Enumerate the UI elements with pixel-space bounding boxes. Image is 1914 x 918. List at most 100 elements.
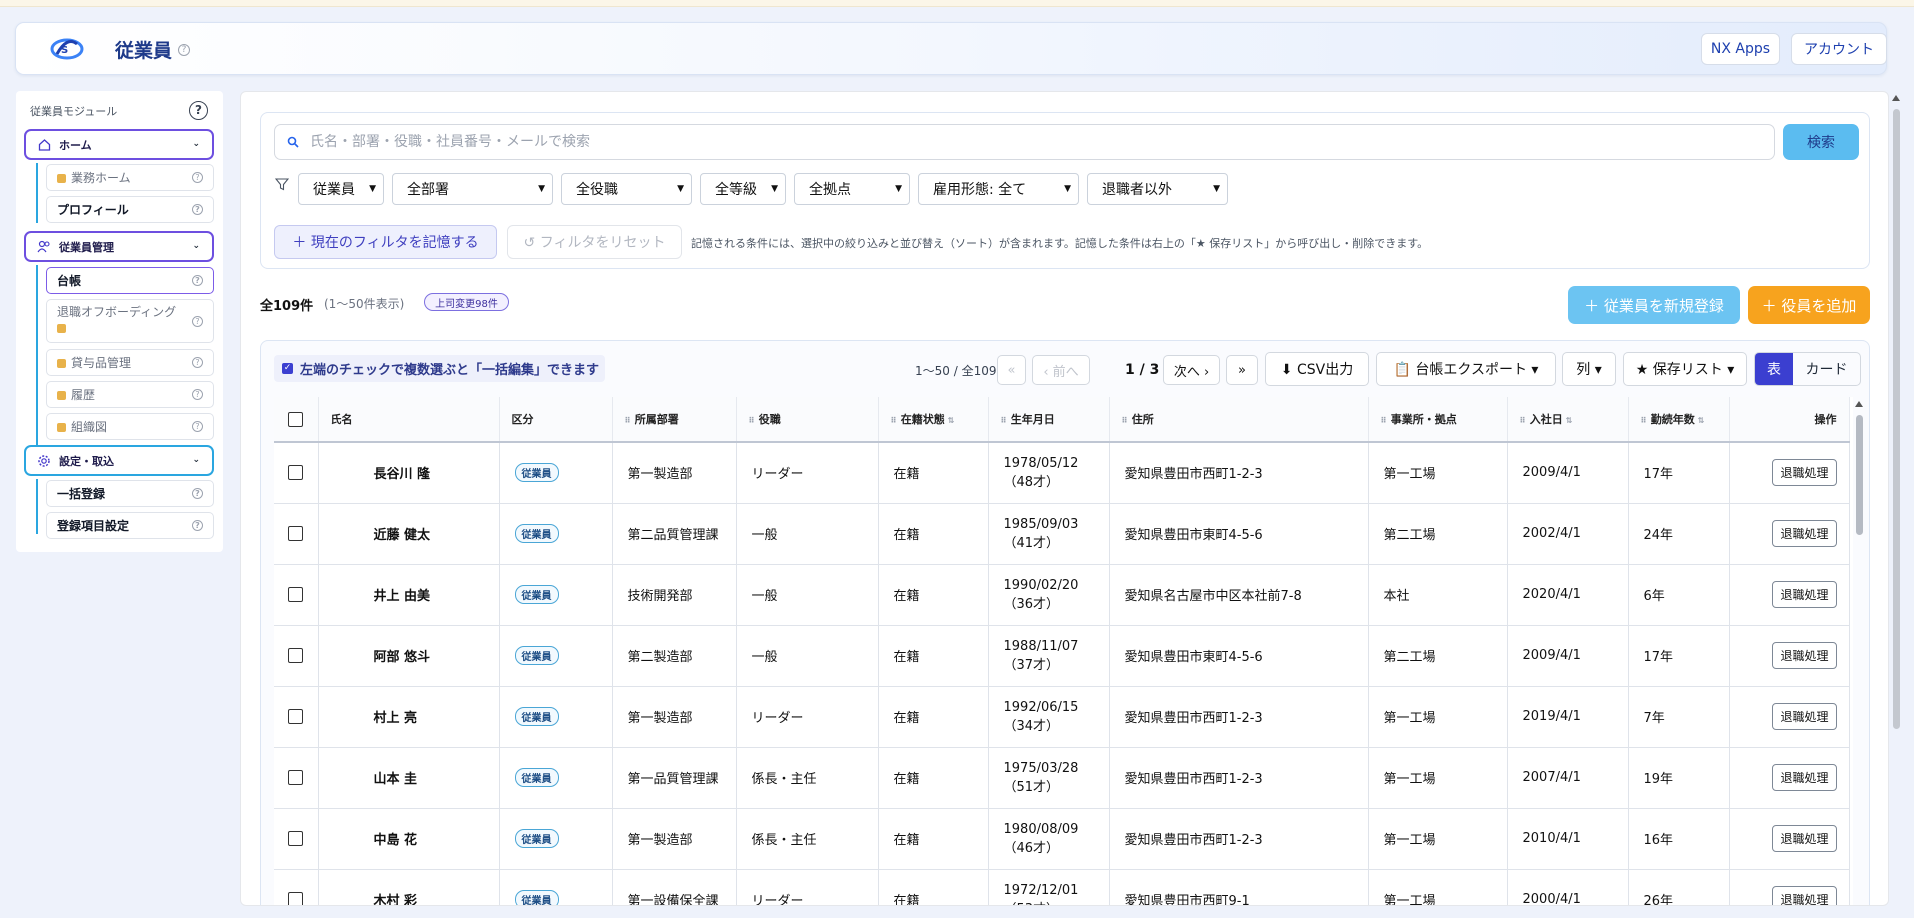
row-checkbox[interactable]: [288, 587, 304, 602]
sidebar-item-business-home[interactable]: 業務ホーム?: [46, 164, 214, 191]
retire-button[interactable]: 退職処理: [1772, 764, 1837, 791]
ledger-export-button[interactable]: 📋 台帳エクスポート ▾: [1376, 352, 1556, 386]
saved-list-button[interactable]: ★ 保存リスト ▾: [1623, 352, 1747, 386]
filter-site-select[interactable]: 全拠点 ▼: [794, 173, 910, 205]
filter-employment-select[interactable]: 雇用形態: 全て ▼: [918, 173, 1079, 205]
retire-button[interactable]: 退職処理: [1772, 642, 1837, 669]
sidebar-item-profile[interactable]: プロフィール?: [46, 196, 214, 223]
scroll-up-icon[interactable]: [1892, 95, 1900, 101]
sidebar-section-home[interactable]: ホーム ⌄: [24, 129, 214, 160]
scrollbar-thumb[interactable]: [1893, 109, 1900, 729]
sidebar-item-history[interactable]: 履歴?: [46, 381, 214, 408]
table-row[interactable]: 山本 圭従業員 第一品質管理課 係長・主任 在籍 1975/03/28 （51才） 愛知県豊…: [274, 747, 1850, 809]
drag-handle-icon[interactable]: ⠿: [1520, 416, 1526, 425]
csv-export-button[interactable]: ⬇ CSV出力: [1265, 352, 1369, 386]
sidebar-item-bulk-register[interactable]: 一括登録?: [46, 480, 214, 507]
help-icon[interactable]: ?: [192, 172, 203, 183]
help-icon[interactable]: ?: [192, 275, 203, 286]
table-row[interactable]: 井上 由美 従業員 技術開発部 一般 在籍 1990/02/20 （36才） 愛知県名古屋市中…: [274, 564, 1850, 626]
sidebar-item-ledger[interactable]: 台帳?: [46, 267, 214, 294]
retire-button[interactable]: 退職処理: [1772, 459, 1837, 487]
header-joined[interactable]: ⠿ 入社日 ⇅: [1507, 397, 1629, 443]
help-icon[interactable]: ?: [192, 357, 203, 368]
sidebar-section-employee-management[interactable]: 従業員管理 ⌄: [24, 231, 214, 262]
sidebar-item-offboarding[interactable]: 退職オフボーディング?: [46, 299, 214, 343]
scroll-up-icon[interactable]: [1855, 401, 1863, 407]
drag-handle-icon[interactable]: ⠿: [1641, 416, 1647, 425]
drag-handle-icon[interactable]: ⠿: [1001, 416, 1007, 425]
scrollbar-thumb[interactable]: [1856, 415, 1863, 535]
row-checkbox[interactable]: [288, 526, 304, 541]
help-icon[interactable]: ?: [192, 488, 203, 499]
search-input[interactable]: [274, 124, 1775, 160]
row-checkbox[interactable]: [288, 770, 304, 785]
account-button[interactable]: アカウント: [1791, 33, 1887, 65]
filter-grade-select[interactable]: 全等級 ▼: [700, 173, 786, 205]
sidebar-item-field-settings[interactable]: 登録項目設定?: [46, 512, 214, 539]
drag-handle-icon[interactable]: ⠿: [749, 416, 755, 425]
retire-button[interactable]: 退職処理: [1772, 703, 1837, 730]
drag-handle-icon[interactable]: ⠿: [1122, 416, 1128, 425]
table-scrollbar[interactable]: [1853, 397, 1866, 905]
select-all-checkbox[interactable]: [288, 411, 304, 427]
header-status[interactable]: ⠿ 在籍状態 ⇅: [878, 397, 989, 443]
drag-handle-icon[interactable]: ⠿: [625, 416, 631, 425]
header-name[interactable]: 氏名: [318, 397, 500, 443]
nx-apps-button[interactable]: NX Apps: [1701, 33, 1780, 65]
row-checkbox[interactable]: [288, 709, 304, 724]
filter-type-select[interactable]: 従業員 ▼: [298, 173, 384, 205]
header-address[interactable]: ⠿ 住所: [1109, 397, 1369, 443]
table-row[interactable]: 阿部 悠斗 従業員 第二製造部 一般 在籍 1988/11/07 （37才） 愛知県豊田市東町…: [274, 625, 1850, 687]
title-help-icon[interactable]: ?: [178, 44, 190, 56]
help-icon[interactable]: ?: [192, 316, 203, 327]
table-row[interactable]: 中島 花従業員 第一製造部 係長・主任 在籍 1980/08/09 （46才） 愛知県豊田市…: [274, 808, 1850, 870]
page-scrollbar[interactable]: [1890, 91, 1904, 906]
table-row[interactable]: 村上 亮従業員 第一製造部 リーダー 在籍 1992/06/15 （34才） 愛知県豊田市西…: [274, 686, 1850, 748]
header-site[interactable]: ⠿ 事業所・拠点: [1368, 397, 1508, 443]
header-tenure[interactable]: ⠿ 勤続年数 ⇅: [1628, 397, 1730, 443]
columns-button[interactable]: 列 ▾: [1562, 352, 1616, 386]
sidebar-help-icon[interactable]: ?: [189, 101, 208, 120]
help-icon[interactable]: ?: [192, 389, 203, 400]
header-dept[interactable]: ⠿ 所属部署: [612, 397, 737, 443]
table-view-button[interactable]: 表: [1755, 353, 1793, 385]
row-checkbox[interactable]: [288, 465, 304, 481]
row-checkbox[interactable]: [288, 648, 304, 663]
add-officer-button[interactable]: ＋ 役員を追加: [1748, 286, 1870, 324]
sidebar-item-loan-items[interactable]: 貸与品管理?: [46, 349, 214, 376]
sidebar-item-org-chart[interactable]: 組織図?: [46, 413, 214, 440]
manager-change-badge[interactable]: 上司変更98件: [424, 293, 509, 311]
retire-button[interactable]: 退職処理: [1772, 825, 1837, 852]
filter-department-select[interactable]: 全部署 ▼: [392, 173, 553, 205]
next-page-button[interactable]: 次へ ›: [1163, 355, 1220, 385]
search-button[interactable]: 検索: [1783, 124, 1859, 160]
header-dob[interactable]: ⠿ 生年月日: [988, 397, 1110, 443]
help-icon[interactable]: ?: [192, 520, 203, 531]
last-page-button[interactable]: »: [1226, 355, 1258, 385]
reset-filter-button[interactable]: ↺ フィルタをリセット: [507, 225, 682, 259]
table-row[interactable]: 長谷川 隆従業員 第一製造部 リーダー 在籍 1978/05/12 （48才） 愛知県豊田市…: [274, 442, 1850, 504]
header-role[interactable]: ⠿ 役職: [736, 397, 879, 443]
retire-button[interactable]: 退職処理: [1772, 520, 1837, 547]
row-checkbox[interactable]: [288, 892, 304, 905]
table-row[interactable]: 木村 彩従業員 第一設備保全課リーダー在籍 1972/12/01 （53才）愛知県豊田…: [274, 869, 1850, 905]
remember-filter-button[interactable]: ＋ 現在のフィルタを記憶する: [274, 225, 497, 259]
filter-role-select[interactable]: 全役職 ▼: [561, 173, 692, 205]
card-view-button[interactable]: カード: [1793, 353, 1860, 385]
retire-button[interactable]: 退職処理: [1772, 886, 1837, 905]
filter-note: 記憶される条件には、選択中の絞り込みと並び替え（ソート）が含まれます。記憶した条…: [691, 237, 1429, 250]
sidebar-section-settings[interactable]: 設定・取込 ⌄: [24, 445, 214, 476]
header-label: 在籍状態: [900, 413, 945, 426]
first-page-button[interactable]: «: [997, 355, 1026, 385]
drag-handle-icon[interactable]: ⠿: [1381, 416, 1387, 425]
table-row[interactable]: 近藤 健太 従業員 第二品質管理課 一般 在籍 1985/09/03 （41才） 愛知県豊田市…: [274, 503, 1850, 565]
filter-retired-select[interactable]: 退職者以外 ▼: [1087, 173, 1228, 205]
drag-handle-icon[interactable]: ⠿: [891, 416, 897, 425]
row-checkbox[interactable]: [288, 831, 304, 846]
header-type[interactable]: 区分: [499, 397, 613, 443]
retire-button[interactable]: 退職処理: [1772, 581, 1837, 608]
prev-page-button[interactable]: ‹ 前へ: [1032, 355, 1090, 385]
register-employee-button[interactable]: ＋ 従業員を新規登録: [1568, 286, 1740, 324]
help-icon[interactable]: ?: [192, 204, 203, 215]
help-icon[interactable]: ?: [192, 421, 203, 432]
